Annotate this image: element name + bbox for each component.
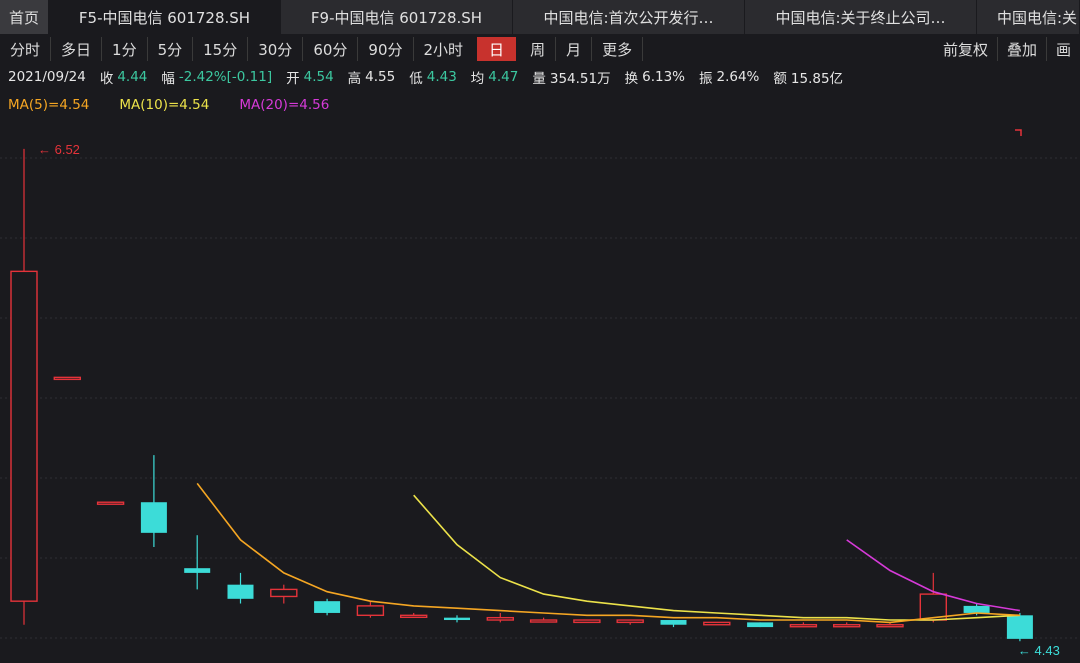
close-value: 4.44 [117,69,148,85]
quote-date: 2021/09/24 [8,69,86,85]
candle-body [833,624,861,628]
period-60min[interactable]: 60分 [303,37,359,61]
amplitude-label: 振 [699,71,713,87]
candle-body [356,605,385,617]
low-value: 4.43 [426,69,457,85]
tab-f5-quote[interactable]: F5-中国电信 601728.SH [49,0,281,34]
quote-info-row: 2021/09/24 收 4.44 幅 -2.42%[-0.11] 开 4.54… [8,66,847,88]
candle-body [96,501,125,505]
ma5-legend: MA(5)=4.54 [8,97,90,113]
change-value: -2.42%[-0.11] [178,69,273,85]
period-2hour[interactable]: 2小时 [414,37,474,61]
period-multiday[interactable]: 多日 [51,37,103,61]
candle-body [529,619,558,623]
period-90min[interactable]: 90分 [358,37,414,61]
open-value: 4.54 [303,69,334,85]
corner-marker [1015,129,1022,136]
tab-ipo-announcement[interactable]: 中国电信:首次公开发行… [513,0,745,34]
max-price-label: ← 6.52 [38,142,80,157]
avg-label: 均 [470,71,485,87]
period-day[interactable]: 日 [477,37,517,61]
amount-label: 额 [773,71,787,87]
candle-body [444,617,470,621]
ma10-legend: MA(10)=4.54 [119,97,210,113]
candle-body [184,568,211,573]
candle-body [10,270,38,602]
high-label: 高 [347,71,362,87]
candle-body [573,619,601,624]
toolbar-right: 前复权 叠加 画 [934,34,1080,64]
volume-label: 量 [532,71,546,87]
period-month[interactable]: 月 [556,37,593,61]
candle-body [703,621,731,626]
tab-bar: 首页 F5-中国电信 601728.SH F9-中国电信 601728.SH 中… [0,0,1080,34]
turnover-value: 6.13% [642,69,685,85]
candle-body [140,502,167,533]
turnover-label: 换 [624,71,639,87]
candle-body [876,624,904,628]
candle-body [53,376,81,381]
candle-body [963,605,990,613]
tab-more-announcement[interactable]: 中国电信:关 [977,0,1080,34]
forward-adjust-button[interactable]: 前复权 [934,37,998,61]
candle-body [747,622,774,628]
open-label: 开 [286,71,300,87]
candlestick-chart[interactable]: ← 6.52 ← 4.43 [0,118,1080,663]
period-5min[interactable]: 5分 [148,37,194,61]
min-price-label: ← 4.43 [1018,643,1060,658]
period-week[interactable]: 周 [520,37,557,61]
candle-body [660,620,687,625]
tab-f9-profile[interactable]: F9-中国电信 601728.SH [281,0,513,34]
amplitude-value: 2.64% [716,69,760,85]
volume-value: 354.51万 [549,71,611,87]
tab-termination-announcement[interactable]: 中国电信:关于终止公司… [745,0,977,34]
period-timeshare[interactable]: 分时 [0,37,52,61]
period-15min[interactable]: 15分 [193,37,249,61]
period-more[interactable]: 更多 [592,37,644,61]
change-label: 幅 [161,71,175,87]
candle-body [227,584,254,599]
high-value: 4.55 [365,69,396,85]
draw-button[interactable]: 画 [1047,37,1080,61]
period-toolbar: 分时 多日 1分 5分 15分 30分 60分 90分 2小时 日 周 月 更多… [0,34,1080,64]
candle-body [616,619,644,624]
amount-value: 15.85亿 [790,71,844,87]
candle-body [270,588,298,598]
ma-legend: MA(5)=4.54 MA(10)=4.54 MA(20)=4.56 [8,95,329,115]
period-30min[interactable]: 30分 [248,37,304,61]
candle-body [486,616,514,621]
close-label: 收 [99,71,114,87]
candle-body [1006,615,1033,639]
candle-body [400,614,428,619]
avg-value: 4.47 [488,69,519,85]
period-1min[interactable]: 1分 [102,37,148,61]
tab-home[interactable]: 首页 [0,0,49,34]
candle-body [789,624,818,628]
ma20-legend: MA(20)=4.56 [239,97,330,113]
low-label: 低 [409,71,423,87]
overlay-button[interactable]: 叠加 [998,37,1047,61]
candle-body [314,601,341,613]
